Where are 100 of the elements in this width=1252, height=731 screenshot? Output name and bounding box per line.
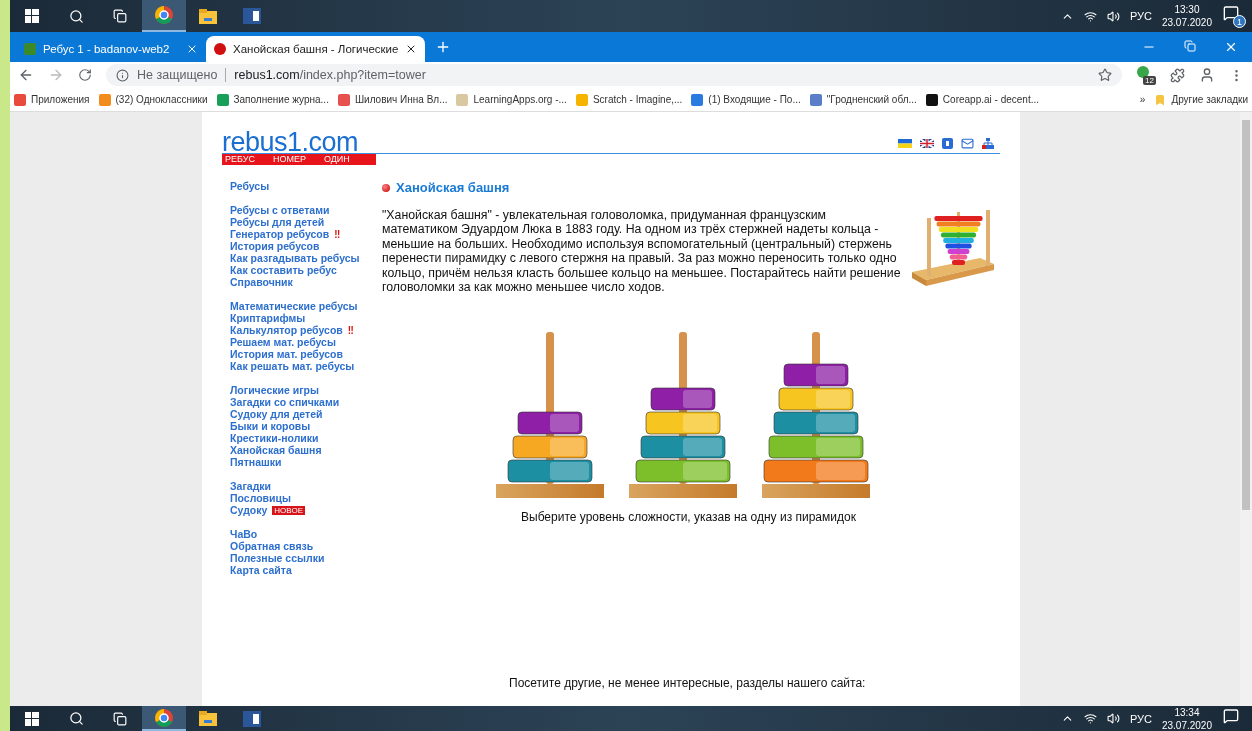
back-icon[interactable] (18, 67, 34, 83)
scrollbar-thumb[interactable] (1242, 120, 1250, 510)
menu-link[interactable]: Решаем мат. ребусы (230, 336, 336, 348)
british-flag-icon[interactable] (920, 139, 934, 148)
bookmark[interactable]: Coreapp.ai - decent... (925, 93, 1039, 106)
language-indicator[interactable]: РУС (1129, 712, 1152, 725)
start-icon[interactable] (25, 711, 39, 726)
bookmark[interactable]: Приложения (14, 93, 90, 106)
language-indicator[interactable]: РУС (1129, 10, 1152, 22)
menu-link[interactable]: Загадки со спичками (230, 396, 340, 408)
task-view-icon[interactable] (113, 711, 127, 726)
info-icon[interactable] (116, 68, 129, 82)
wifi-icon[interactable] (1083, 9, 1097, 23)
menu-link[interactable]: Логические игры (230, 384, 319, 396)
document-icon[interactable] (243, 710, 261, 727)
menu-link[interactable]: Судоку для детей (230, 408, 323, 420)
menu-link[interactable]: Ребусы для детей (230, 216, 325, 228)
clock[interactable]: 13:34 23.07.2020 (1161, 706, 1212, 731)
menu-link[interactable]: Обратная связь (230, 540, 314, 552)
clock[interactable]: 13:30 23.07.2020 (1161, 3, 1212, 29)
bookmark-favicon (809, 93, 822, 106)
site-logo[interactable]: rebus1.com РЕБУС НОМЕР ОДИН (222, 130, 376, 165)
bookmark[interactable]: Заполнение журна... (216, 93, 329, 106)
reload-icon[interactable] (78, 68, 92, 82)
sitemap-icon[interactable] (982, 138, 994, 149)
menu-link[interactable]: Судоку (230, 504, 268, 516)
menu-link[interactable]: История ребусов (230, 240, 320, 252)
search-icon[interactable] (68, 8, 84, 24)
ring-pyramid-drawing[interactable] (496, 332, 604, 499)
bookmark-favicon (216, 93, 229, 106)
close-icon[interactable] (1224, 40, 1238, 54)
volume-icon[interactable] (1106, 712, 1120, 725)
alert-mark: ‼ (334, 228, 341, 240)
new-badge: НОВОЕ (272, 505, 305, 515)
menu-link[interactable]: Ребусы (230, 180, 270, 192)
menu-link[interactable]: Справочник (230, 276, 293, 288)
social-icon[interactable] (942, 138, 953, 149)
active-taskbar-button[interactable] (142, 706, 186, 731)
menu-link[interactable]: Как составить ребус (230, 264, 337, 276)
menu-link[interactable]: Пятнашки (230, 456, 282, 468)
task-view-icon[interactable] (113, 9, 127, 23)
browser-icon (155, 708, 173, 727)
menu-link[interactable]: Как разгадывать ребусы (230, 252, 360, 264)
folder-icon[interactable] (199, 8, 217, 24)
extension-button[interactable]: 12 (1136, 65, 1156, 85)
bookmark-star-icon[interactable] (1098, 68, 1112, 82)
profile-icon[interactable] (1199, 67, 1215, 83)
restore-icon[interactable] (1184, 40, 1196, 52)
other-bookmarks-folder[interactable]: Другие закладки (1154, 93, 1248, 106)
menu-link[interactable]: Калькулятор ребусов (230, 324, 343, 336)
menu-link[interactable]: История мат. ребусов (230, 348, 343, 360)
bookmark[interactable]: (1) Входящие - По... (691, 93, 801, 106)
mail-icon[interactable] (961, 137, 974, 150)
menu-link[interactable]: Математические ребусы (230, 300, 358, 312)
extensions-icon[interactable] (1170, 67, 1185, 83)
bookmark-favicon (456, 93, 469, 106)
menu-link[interactable]: Быки и коровы (230, 420, 311, 432)
search-icon[interactable] (68, 711, 84, 726)
footer-text: Посетите другие, не менее интересные, разделы нашего сайта: (509, 676, 867, 691)
notification-button[interactable]: 1 (1222, 4, 1246, 28)
bookmark-favicon (691, 93, 704, 106)
page-title: Ханойская башня (396, 180, 510, 195)
menu-link[interactable]: Пословицы (230, 492, 291, 504)
menu-link[interactable]: Ребусы с ответами (230, 204, 330, 216)
volume-icon[interactable] (1106, 9, 1120, 23)
bookmarks-overflow[interactable]: » (1139, 94, 1146, 105)
menu-link[interactable]: Карта сайта (230, 564, 292, 576)
ring-pyramid-drawing[interactable] (762, 332, 870, 499)
browser-tab[interactable]: Ребус 1 - badanov-web2 (16, 36, 206, 62)
menu-link[interactable]: Криптарифмы (230, 312, 306, 324)
tab-favicon (214, 43, 226, 55)
bookmark-favicon (337, 93, 350, 106)
bookmark[interactable]: Scratch - Imagine,... (575, 93, 683, 106)
document-icon[interactable] (243, 8, 261, 24)
address-bar[interactable]: Не защищено rebus1.com/index.php?item=tower (106, 64, 1122, 86)
folder-icon[interactable] (199, 711, 217, 726)
bookmark[interactable]: "Гродненский обл... (809, 93, 917, 106)
bookmark-favicon (14, 93, 26, 106)
folder-icon (1154, 93, 1167, 106)
menu-link[interactable]: Загадки (230, 480, 271, 492)
menu-link[interactable]: Полезные ссылки (230, 552, 325, 564)
start-icon[interactable] (25, 9, 39, 23)
bullet-icon (382, 183, 390, 192)
active-taskbar-button[interactable] (142, 0, 186, 32)
browser-icon (155, 6, 173, 24)
bookmark-favicon (575, 93, 588, 106)
menu-link[interactable]: Ханойская башня (230, 444, 322, 456)
bookmark[interactable]: LearningApps.org -... (456, 93, 567, 106)
browser-tab[interactable]: Ханойская башня - Логические (206, 36, 426, 62)
wifi-icon[interactable] (1083, 712, 1097, 725)
menu-link[interactable]: Крестики-нолики (230, 432, 319, 444)
bookmark[interactable]: Шилович Инна Вл... (337, 93, 448, 106)
ring-pyramid-drawing[interactable] (629, 332, 737, 499)
menu-link[interactable]: ЧаВо (230, 528, 258, 540)
bookmark-favicon (925, 93, 938, 106)
bookmark[interactable]: (32) Одноклассники (98, 93, 208, 106)
menu-link[interactable]: Генератор ребусов (230, 228, 330, 240)
ukrainian-flag-icon[interactable] (898, 139, 912, 148)
tab-favicon (24, 43, 36, 55)
menu-link[interactable]: Как решать мат. ребусы (230, 360, 355, 372)
